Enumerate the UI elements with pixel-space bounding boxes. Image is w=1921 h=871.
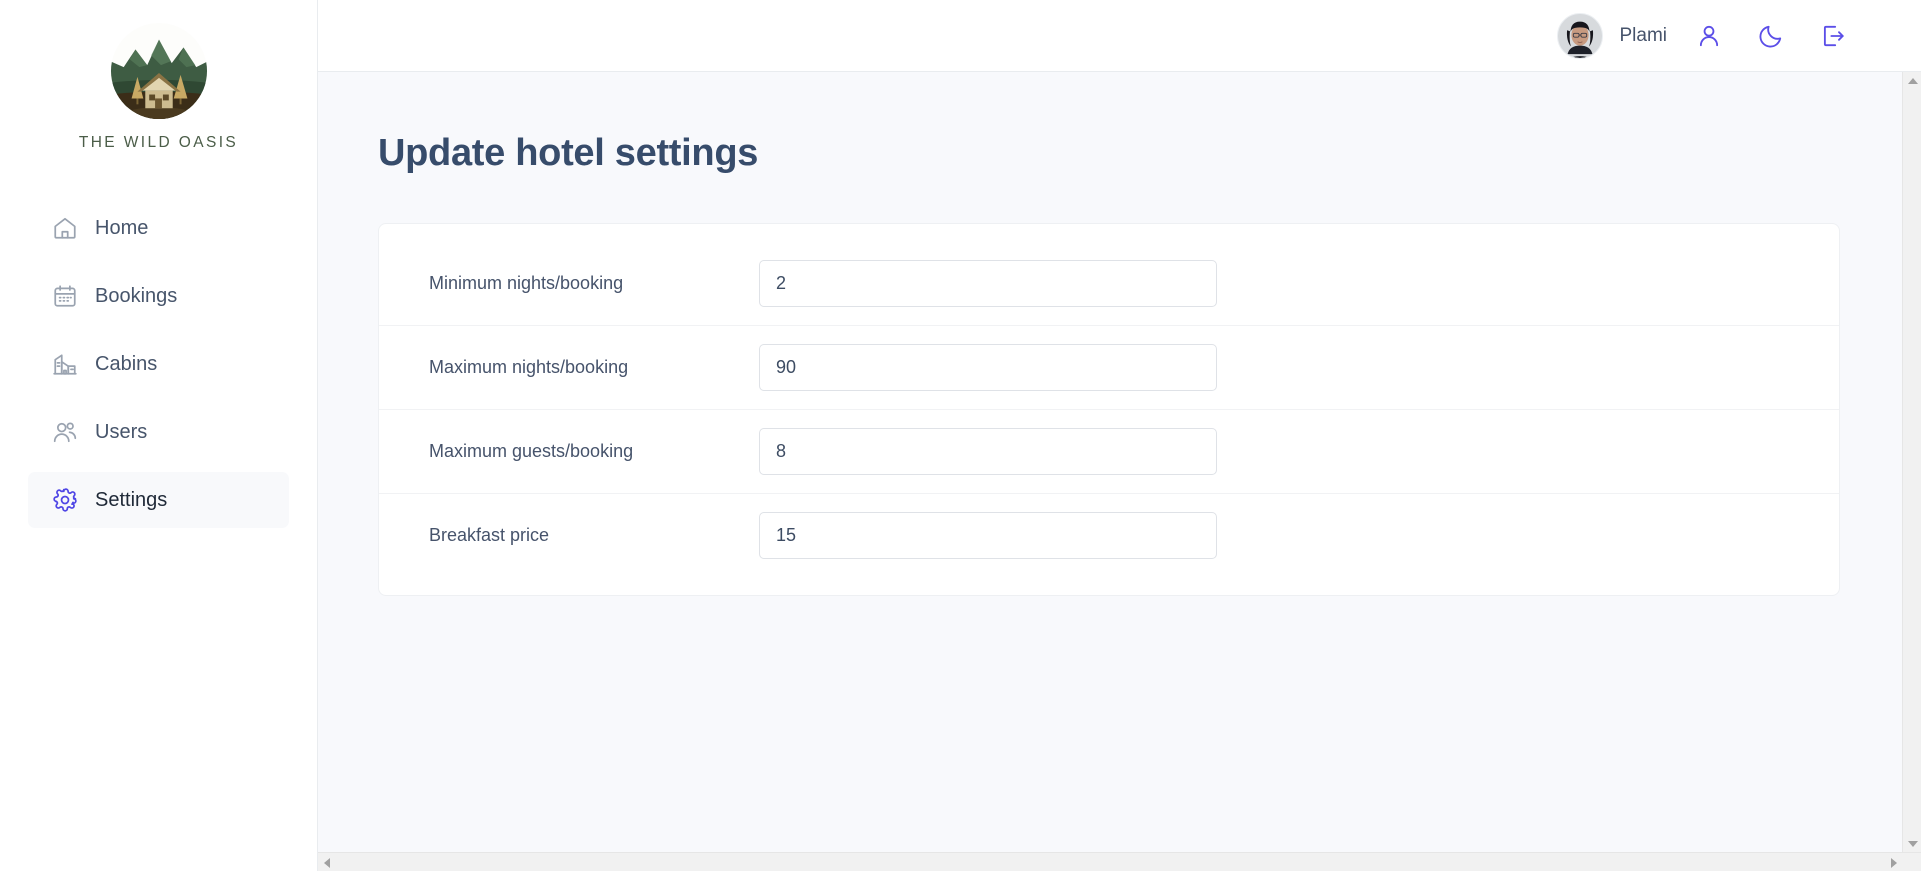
gear-icon [52, 487, 78, 513]
moon-icon [1759, 25, 1782, 47]
brand-logo: THE WILD OASIS [79, 22, 238, 152]
sidebar-item-label: Settings [95, 489, 168, 511]
brand-name: THE WILD OASIS [78, 134, 239, 151]
sidebar-item-label: Cabins [95, 353, 158, 375]
form-label: Minimum nights/booking [429, 273, 624, 293]
form-label: Maximum nights/booking [429, 357, 629, 377]
vertical-scrollbar[interactable] [1902, 72, 1921, 852]
form-row: Breakfast price [379, 494, 1839, 577]
mountain-cabin-logo-icon [110, 22, 207, 120]
top-header: Plami [318, 0, 1921, 72]
breakfast-price-input[interactable] [759, 512, 1217, 559]
scroll-right-arrow-icon[interactable] [1885, 853, 1902, 871]
horizontal-scrollbar[interactable] [318, 852, 1921, 871]
scroll-up-arrow-icon[interactable] [1903, 72, 1921, 89]
app-root: THE WILD OASIS Home Bookings Cabins User… [0, 0, 1921, 871]
sidebar-item-cabins[interactable]: Cabins [28, 336, 289, 392]
avatar [1557, 12, 1604, 59]
sidebar-item-label: Bookings [95, 285, 178, 307]
sidebar-item-users[interactable]: Users [28, 404, 289, 460]
sidebar-item-bookings[interactable]: Bookings [28, 268, 289, 324]
account-button[interactable] [1689, 16, 1729, 56]
sidebar-item-home[interactable]: Home [28, 200, 289, 256]
user-icon [1703, 25, 1715, 37]
users-icon [52, 419, 78, 445]
form-label: Maximum guests/booking [429, 441, 634, 461]
home-icon [52, 215, 78, 241]
dark-mode-toggle[interactable] [1751, 16, 1791, 56]
form-row: Maximum nights/booking [379, 326, 1839, 410]
max-nights-input[interactable] [759, 344, 1217, 391]
calendar-icon [52, 283, 78, 309]
main-content: Update hotel settings Minimum nights/boo… [318, 72, 1921, 871]
sidebar-item-label: Users [95, 421, 148, 443]
scroll-left-arrow-icon[interactable] [318, 853, 335, 871]
settings-form-card: Minimum nights/booking Maximum nights/bo… [378, 223, 1840, 596]
page-title: Update hotel settings [378, 132, 759, 174]
form-row: Maximum guests/booking [379, 410, 1839, 494]
user-name: Plami [1619, 24, 1667, 46]
max-guests-input[interactable] [759, 428, 1217, 475]
logout-button[interactable] [1813, 16, 1853, 56]
min-nights-input[interactable] [759, 260, 1217, 307]
sidebar: THE WILD OASIS Home Bookings Cabins User… [0, 0, 318, 871]
form-label: Breakfast price [429, 525, 550, 545]
form-row: Minimum nights/booking [379, 242, 1839, 326]
user-menu[interactable]: Plami [1557, 12, 1667, 59]
scrollbar-corner [1902, 853, 1921, 871]
scroll-down-arrow-icon[interactable] [1903, 835, 1921, 852]
sidebar-item-settings[interactable]: Settings [28, 472, 289, 528]
cabin-icon [52, 351, 78, 377]
sidebar-item-label: Home [95, 217, 149, 239]
sidebar-nav: Home Bookings Cabins Users Settings [0, 200, 317, 528]
